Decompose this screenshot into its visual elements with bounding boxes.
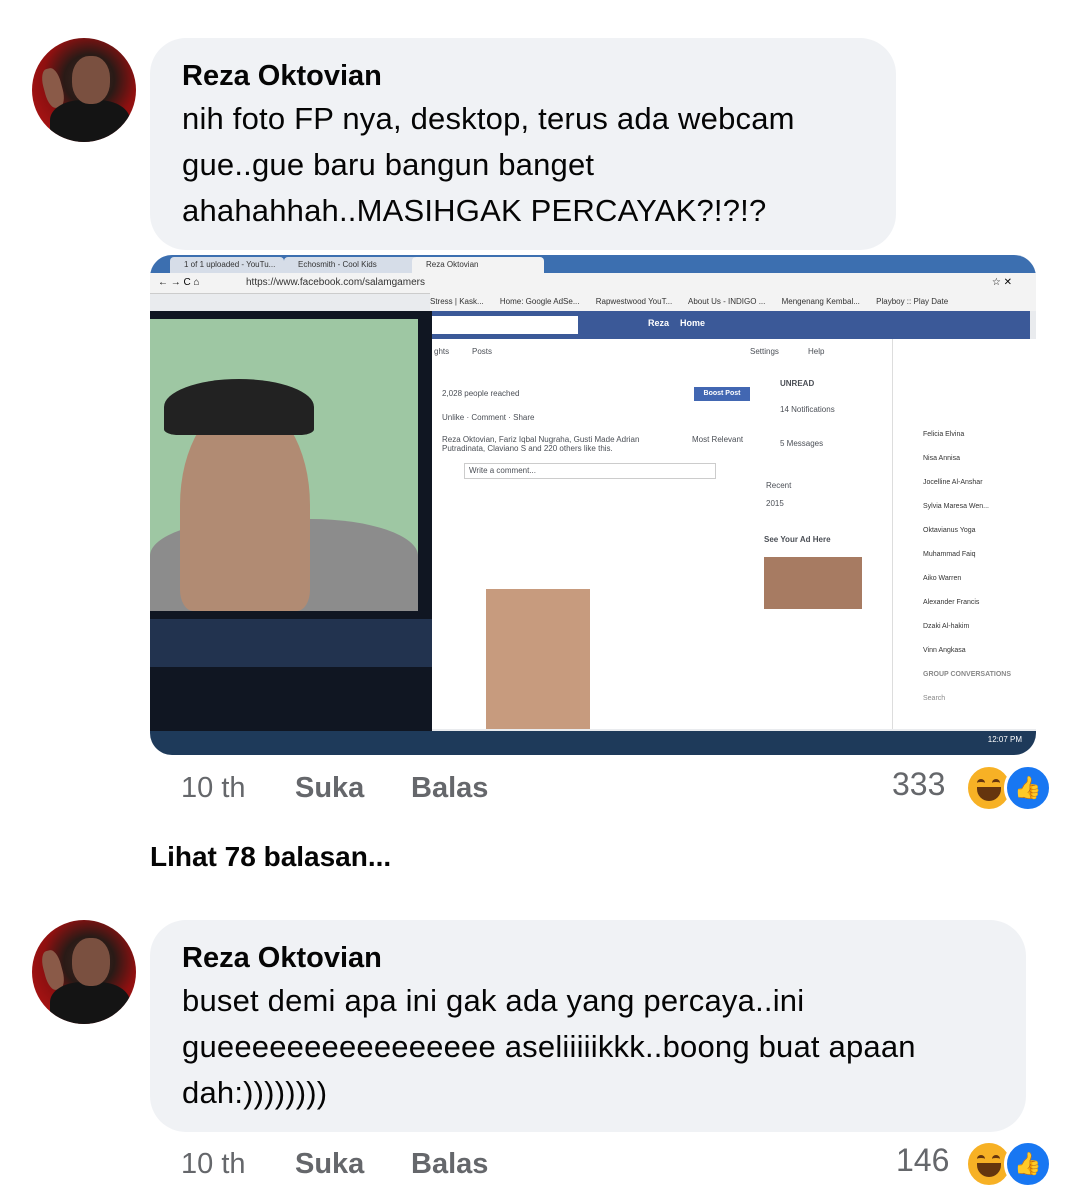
chat-contact[interactable]: Sylvia Maresa Wen... xyxy=(893,495,1036,519)
avatar[interactable] xyxy=(32,920,136,1024)
messages-count[interactable]: 5 Messages xyxy=(780,439,823,448)
chat-search-input[interactable]: Search xyxy=(893,687,1036,711)
group-conversations-label: GROUP CONVERSATIONS xyxy=(923,671,1012,678)
facebook-navbar: Reza Home xyxy=(430,311,1030,339)
webcam-frame xyxy=(150,319,418,611)
address-bar[interactable]: ← → C ⌂ https://www.facebook.com/salamga… xyxy=(150,273,1036,294)
webcam-person-cap xyxy=(164,379,314,435)
browser-tab[interactable]: 1 of 1 uploaded - YouTu... xyxy=(170,257,284,273)
reach-text: 2,028 people reached xyxy=(442,389,520,398)
like-icon: 👍 xyxy=(1004,764,1052,812)
comment-bubble: Reza Oktovian buset demi apa ini gak ada… xyxy=(150,920,1026,1132)
comment-line: nih foto FP nya, desktop, terus ada webc… xyxy=(182,101,795,136)
bookmark[interactable]: Playboy :: Play Date xyxy=(876,297,948,306)
avatar-shirt xyxy=(50,982,130,1024)
unread-label: UNREAD xyxy=(780,379,815,388)
chat-contact[interactable]: Aiko Warren xyxy=(893,567,1036,591)
bookmark[interactable]: Rapwestwood YouT... xyxy=(596,297,673,306)
comment-bubble: Reza Oktovian nih foto FP nya, desktop, … xyxy=(150,38,896,250)
facebook-home-link[interactable]: Home xyxy=(680,318,705,328)
see-ad-label: See Your Ad Here xyxy=(764,535,831,544)
back-forward-icon[interactable]: ← → C ⌂ xyxy=(158,273,200,293)
url-text: https://www.facebook.com/salamgamers xyxy=(246,277,425,288)
comment-text: buset demi apa ini gak ada yang percaya.… xyxy=(182,978,916,1116)
browser-tab-strip: 1 of 1 uploaded - YouTu... Echosmith - C… xyxy=(150,255,1036,273)
comment-author[interactable]: Reza Oktovian xyxy=(182,60,382,93)
taskbar-clock: 12:07 PM xyxy=(987,735,1022,744)
webcam-window xyxy=(150,311,432,731)
like-button[interactable]: Suka xyxy=(295,1148,364,1181)
comment-photo[interactable]: 1 of 1 uploaded - YouTu... Echosmith - C… xyxy=(150,255,1036,755)
avatar-face xyxy=(72,938,110,986)
comment-line: buset demi apa ini gak ada yang percaya.… xyxy=(182,983,805,1018)
chat-contact[interactable]: Vinn Angkasa xyxy=(893,639,1036,663)
chat-contact[interactable]: Muhammad Faiq xyxy=(893,543,1036,567)
like-button[interactable]: Suka xyxy=(295,772,364,805)
chat-sidebar: Felicia Elvina Nisa Annisa Jocelline Al-… xyxy=(892,339,1036,729)
comment-line: ahahahhah..MASIHGAK PERCAYAK?!?!? xyxy=(182,193,767,228)
chat-contact[interactable]: Alexander Francis xyxy=(893,591,1036,615)
avatar-face xyxy=(72,56,110,104)
boost-post-button[interactable]: Boost Post xyxy=(694,387,750,401)
taskbar: 12:07 PM xyxy=(150,731,1036,755)
like-icon: 👍 xyxy=(1004,1140,1052,1188)
write-comment-input[interactable]: Write a comment... xyxy=(464,463,716,479)
year-label[interactable]: 2015 xyxy=(766,499,784,508)
comment-text: nih foto FP nya, desktop, terus ada webc… xyxy=(182,96,795,234)
reply-button[interactable]: Balas xyxy=(411,1148,488,1181)
facebook-post-area: ghts Posts Settings Help 2,028 people re… xyxy=(430,339,892,729)
bookmark[interactable]: Mengenang Kembal... xyxy=(782,297,860,306)
reaction-count[interactable]: 333 xyxy=(892,766,945,803)
comment-timestamp[interactable]: 10 th xyxy=(181,1148,246,1181)
reaction-count[interactable]: 146 xyxy=(896,1142,949,1179)
chat-contact[interactable]: Nisa Annisa xyxy=(893,447,1036,471)
comment-timestamp[interactable]: 10 th xyxy=(181,772,246,805)
ad-photo[interactable] xyxy=(764,557,862,609)
bookmark[interactable]: Stress | Kask... xyxy=(430,297,484,306)
see-replies-link[interactable]: Lihat 78 balasan... xyxy=(150,841,391,873)
recent-label[interactable]: Recent xyxy=(766,481,791,490)
comment-line: gue..gue baru bangun banget xyxy=(182,147,595,182)
likes-line: Reza Oktovian, Fariz Iqbal Nugraha, Gust… xyxy=(442,435,640,453)
page-tab[interactable]: Settings xyxy=(750,347,779,356)
webcam-controls[interactable] xyxy=(150,619,432,667)
chat-contact[interactable]: Oktavianus Yoga xyxy=(893,519,1036,543)
comment-line: gueeeeeeeeeeeeeeee aseliiiiikkk..boong b… xyxy=(182,1029,916,1064)
avatar-shirt xyxy=(50,100,130,142)
bookmark[interactable]: About Us - INDIGO ... xyxy=(688,297,765,306)
facebook-profile-link[interactable]: Reza xyxy=(648,318,669,328)
bookmarks-bar: Stress | Kask... Home: Google AdSe... Ra… xyxy=(430,293,1036,311)
facebook-search-input[interactable] xyxy=(430,316,578,334)
reply-button[interactable]: Balas xyxy=(411,772,488,805)
bookmark[interactable]: Home: Google AdSe... xyxy=(500,297,580,306)
most-relevant[interactable]: Most Relevant xyxy=(692,435,743,444)
chat-contact[interactable]: Felicia Elvina xyxy=(893,423,1036,447)
page-tab[interactable]: Posts xyxy=(472,347,492,356)
star-icon[interactable]: ☆ ✕ xyxy=(992,273,1012,293)
browser-tab[interactable]: Reza Oktovian xyxy=(412,257,544,273)
comment-line: dah:)))))))) xyxy=(182,1075,328,1110)
avatar[interactable] xyxy=(32,38,136,142)
notifications-count[interactable]: 14 Notifications xyxy=(780,405,835,414)
page-tab[interactable]: ghts xyxy=(434,347,449,356)
chat-contact[interactable]: Jocelline Al-Anshar xyxy=(893,471,1036,495)
reply-photo[interactable] xyxy=(486,589,590,729)
post-actions[interactable]: Unlike · Comment · Share xyxy=(442,413,534,422)
chat-contact[interactable]: Dzaki Al-hakim xyxy=(893,615,1036,639)
comment-author[interactable]: Reza Oktovian xyxy=(182,942,382,975)
page-tab[interactable]: Help xyxy=(808,347,824,356)
browser-tab[interactable]: Echosmith - Cool Kids xyxy=(284,257,418,273)
